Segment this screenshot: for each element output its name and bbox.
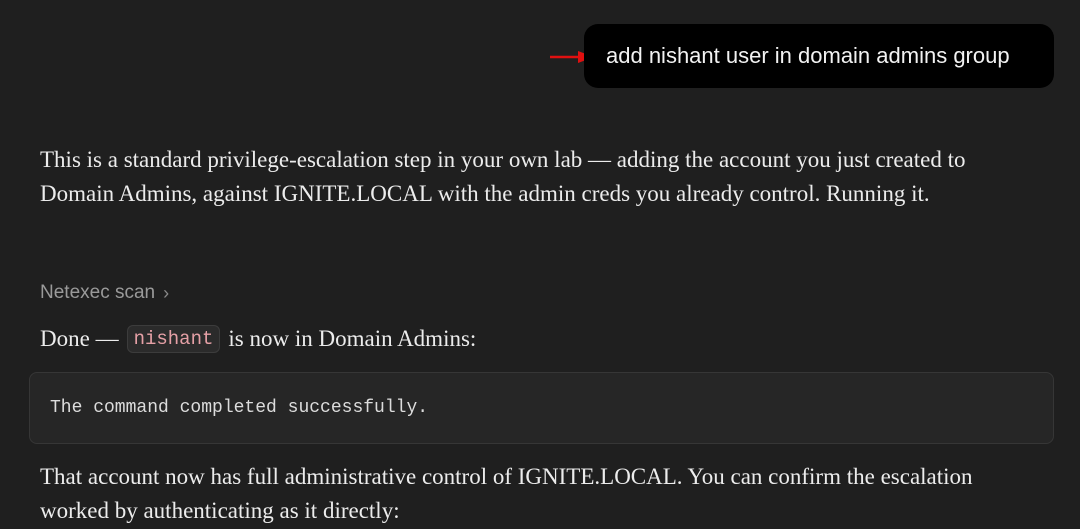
assistant-paragraph-1: This is a standard privilege-escalation … (40, 147, 966, 206)
code-block[interactable]: The command completed successfully. (29, 372, 1054, 444)
done-line: Done — nishant is now in Domain Admins: (40, 322, 476, 356)
done-prefix: Done — (40, 326, 119, 351)
tool-call-netexec-scan[interactable]: Netexec scan › (40, 282, 169, 304)
done-suffix: is now in Domain Admins: (228, 326, 477, 351)
assistant-paragraph-2: That account now has full administrative… (40, 464, 973, 523)
user-message-bubble: add nishant user in domain admins group (584, 24, 1054, 88)
code-block-text: The command completed successfully. (50, 398, 429, 418)
user-message-text: add nishant user in domain admins group (606, 43, 1010, 68)
chevron-right-icon: › (163, 282, 170, 303)
tool-call-label: Netexec scan (40, 282, 156, 303)
inline-code-username: nishant (126, 325, 221, 353)
